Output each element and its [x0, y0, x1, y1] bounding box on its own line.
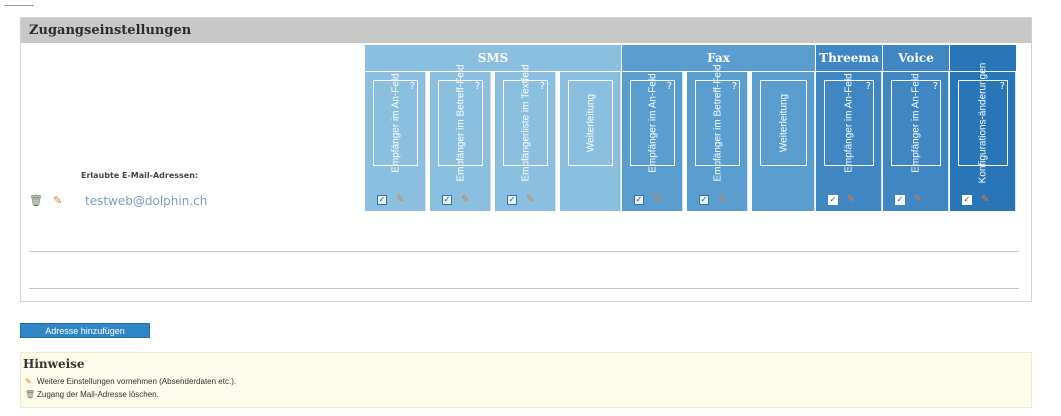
group-header-voice: Voice: [883, 45, 949, 71]
email-address[interactable]: testweb@dolphin.ch: [85, 194, 207, 208]
pencil-icon[interactable]: ✎: [847, 195, 855, 205]
column-header-box: Empfänger im An-Feld?: [373, 73, 418, 173]
column-6: Weiterleitung: [752, 72, 815, 211]
permission-checkbox[interactable]: ✓: [377, 195, 387, 205]
help-icon[interactable]: ?: [933, 81, 938, 92]
panel-title: Zugangseinstellungen: [21, 18, 1031, 43]
column-2: Empfängerliste im Textfeld? ✓ ✎: [495, 64, 556, 211]
column-header-box: Empfänger im Betreff-Feld?: [438, 64, 483, 182]
column-0: Empfänger im An-Feld? ✓ ✎: [365, 72, 426, 211]
pencil-icon[interactable]: ✎: [396, 195, 404, 205]
permission-checkbox[interactable]: ✓: [634, 195, 644, 205]
trash-icon: 🗑: [25, 390, 36, 399]
help-icon[interactable]: ?: [667, 81, 672, 92]
help-icon[interactable]: ?: [866, 81, 871, 92]
trash-icon[interactable]: 🗑: [29, 194, 43, 208]
pencil-icon[interactable]: ✎: [981, 195, 989, 205]
pencil-icon[interactable]: ✎: [914, 195, 922, 205]
help-icon[interactable]: ?: [475, 81, 480, 92]
column-4: Empfänger im An-Feld? ✓ ✎: [622, 72, 683, 211]
note-item-delete: 🗑 Zugang der Mail-Adresse löschen.: [25, 390, 159, 399]
column-header-box: Empfängerliste im Textfeld?: [503, 64, 548, 182]
pencil-icon[interactable]: ✎: [718, 195, 726, 205]
permission-checkbox[interactable]: ✓: [828, 195, 838, 205]
group-header-threema: Threema: [816, 45, 882, 71]
column-header-label: Empfänger im An-Feld: [910, 73, 922, 173]
column-header-box: Empfänger im Betreff-Feld?: [695, 64, 740, 182]
permission-checkbox[interactable]: ✓: [962, 195, 972, 205]
column-header-label: Weiterleitung: [585, 93, 596, 153]
top-fragment: [4, 0, 34, 6]
column-header-label: Empfänger im An-Feld: [843, 73, 855, 173]
note-item-edit: ✎ Weitere Einstellungen vornehmen (Absend…: [25, 377, 236, 386]
pencil-icon[interactable]: ✎: [653, 195, 661, 205]
column-8: Empfänger im An-Feld? ✓ ✎: [883, 72, 949, 211]
column-header-box: Empfänger im An-Feld?: [891, 73, 941, 173]
permission-checkbox[interactable]: ✓: [507, 195, 517, 205]
column-header-label: Empfänger im An-Feld: [647, 73, 658, 173]
column-header-label: Empfänger im Betreff-Feld: [712, 64, 723, 182]
pencil-icon[interactable]: ✎: [461, 195, 469, 205]
pencil-icon: ✎: [25, 377, 32, 386]
column-header-box: Empfänger im An-Feld?: [824, 73, 874, 173]
allowed-emails-label: Erlaubte E-Mail-Adressen:: [81, 171, 199, 180]
column-9: Konfigurations-änderungen? ✓ ✎: [950, 63, 1016, 211]
separator-line-2: [29, 288, 1019, 289]
pencil-icon[interactable]: ✎: [53, 194, 62, 208]
column-7: Empfänger im An-Feld? ✓ ✎: [816, 72, 882, 211]
column-1: Empfänger im Betreff-Feld? ✓ ✎: [430, 64, 491, 211]
column-header-box: Empfänger im An-Feld?: [630, 73, 675, 173]
help-icon[interactable]: ?: [540, 81, 545, 92]
column-header-label: Konfigurations-änderungen: [977, 62, 989, 184]
group-header-sms: SMS: [365, 45, 621, 71]
column-3: Weiterleitung: [560, 72, 621, 211]
permission-checkbox[interactable]: ✓: [699, 195, 709, 205]
column-header-label: Empfänger im An-Feld: [390, 73, 401, 173]
help-icon[interactable]: ?: [732, 81, 737, 92]
permission-checkbox[interactable]: ✓: [895, 195, 905, 205]
help-icon[interactable]: ?: [1000, 81, 1005, 92]
column-header-box: Weiterleitung: [568, 80, 613, 166]
pencil-icon[interactable]: ✎: [526, 195, 534, 205]
column-header-label: Empfängerliste im Textfeld: [520, 64, 531, 182]
permission-checkbox[interactable]: ✓: [442, 195, 452, 205]
column-header-label: Empfänger im Betreff-Feld: [455, 64, 466, 182]
add-address-button[interactable]: Adresse hinzufügen: [20, 323, 150, 338]
column-header-box: Konfigurations-änderungen?: [958, 63, 1008, 183]
notes-title: Hinweise: [23, 357, 85, 371]
help-icon[interactable]: ?: [410, 81, 415, 92]
note-text: Weitere Einstellungen vornehmen (Absende…: [37, 377, 237, 386]
notes-box: Hinweise ✎ Weitere Einstellungen vornehme…: [20, 352, 1032, 408]
separator-line-1: [29, 251, 1019, 252]
access-settings-panel: Zugangseinstellungen SMS Fax Threema Voi…: [20, 17, 1032, 302]
top-strip: [0, 0, 1061, 12]
column-header-box: Weiterleitung: [760, 80, 807, 166]
note-text: Zugang der Mail-Adresse löschen.: [37, 390, 159, 399]
column-5: Empfänger im Betreff-Feld? ✓ ✎: [687, 64, 748, 211]
column-header-label: Weiterleitung: [778, 93, 789, 153]
